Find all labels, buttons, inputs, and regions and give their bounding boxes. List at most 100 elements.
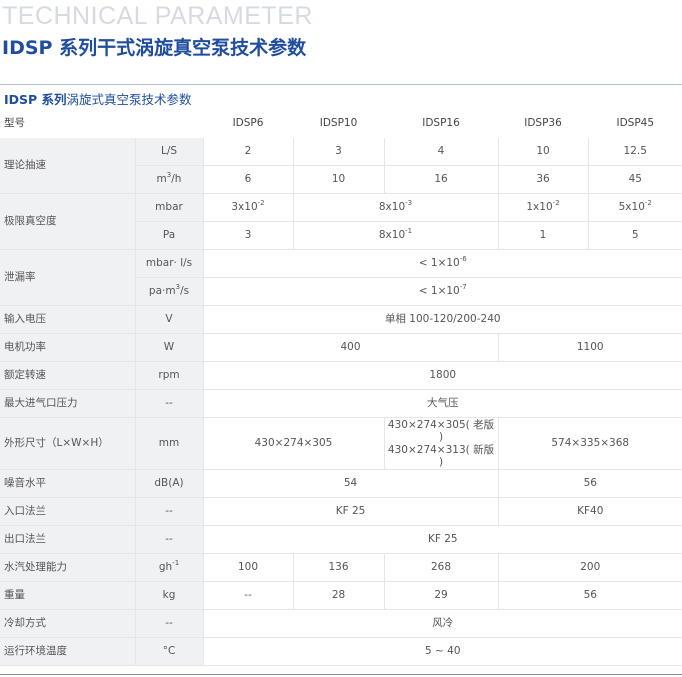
unit-cell: W xyxy=(134,333,204,362)
value-cell: < 1×10-6 xyxy=(202,249,682,278)
value-cell: 大气压 xyxy=(202,389,682,418)
value-cell: KF40 xyxy=(497,497,682,526)
table-row: 泄漏率 mbar· l/s < 1×10-6 xyxy=(0,249,682,306)
bottom-divider xyxy=(0,674,682,675)
row-label: 出口法兰 xyxy=(0,525,136,554)
header-row: 型号 IDSP6 IDSP10 IDSP16 IDSP36 IDSP45 xyxy=(0,109,682,138)
row-label: 理论抽速 xyxy=(0,137,136,194)
value-cell: 3 xyxy=(292,137,385,166)
value-cell: 8x10-3 xyxy=(292,193,499,222)
row-label: 水汽处理能力 xyxy=(0,553,136,582)
row-label: 入口法兰 xyxy=(0,497,136,526)
unit-cell: m3/h xyxy=(135,165,204,194)
unit-cell: Pa xyxy=(135,221,204,250)
value-cell: 136 xyxy=(292,553,385,582)
value-cell: 3x10-2 xyxy=(202,193,294,222)
table-row: 冷却方式 -- 风冷 xyxy=(0,609,682,638)
row-label: 重量 xyxy=(0,581,136,610)
value-cell: < 1×10-7 xyxy=(202,277,682,306)
unit-cell: -- xyxy=(134,497,204,526)
value-cell: 1x10-2 xyxy=(497,193,589,222)
unit-header xyxy=(135,109,203,138)
model-header-cell: IDSP6 xyxy=(232,116,264,129)
row-label: 输入电压 xyxy=(0,305,136,334)
value-cell: -- xyxy=(202,581,294,610)
table-row: 最大进气口压力 -- 大气压 xyxy=(0,389,682,418)
table-row: 额定转速 rpm 1800 xyxy=(0,361,682,390)
row-label: 运行环境温度 xyxy=(0,637,136,666)
value-cell: 12.5 xyxy=(587,137,682,166)
row-label: 极限真空度 xyxy=(0,193,136,250)
background-title: TECHNICAL PARAMETER xyxy=(2,2,313,30)
unit-cell: °C xyxy=(134,637,204,666)
model-header-cell: IDSP36 xyxy=(524,116,562,129)
value-cell: 5 xyxy=(587,221,682,250)
value-cell: 1 xyxy=(497,221,589,250)
table-row: 极限真空度 mbar 3x10-2 8x10-3 1x10-2 5x10-2 xyxy=(0,193,682,250)
value-cell: 400 xyxy=(202,333,499,362)
table-row: 运行环境温度 °C 5 ~ 40 xyxy=(0,637,682,666)
value-cell: 5 ~ 40 xyxy=(202,637,682,666)
value-cell: KF 25 xyxy=(202,497,499,526)
unit-cell: -- xyxy=(134,609,204,638)
value-cell: 10 xyxy=(292,165,385,194)
table-row: 噪音水平 dB(A) 54 56 xyxy=(0,469,682,498)
value-cell: KF 25 xyxy=(202,525,682,554)
value-cell: 6 xyxy=(202,165,294,194)
value-cell: 56 xyxy=(497,469,682,498)
unit-cell: L/S xyxy=(134,137,204,166)
row-label: 冷却方式 xyxy=(0,609,136,638)
model-header: 型号 xyxy=(4,116,25,129)
value-cell: 268 xyxy=(383,553,499,582)
value-cell: 45 xyxy=(587,165,682,194)
table-title-series: IDSP 系列 xyxy=(4,92,67,107)
table-row: 重量 kg -- 28 29 56 xyxy=(0,581,682,610)
table-row: 出口法兰 -- KF 25 xyxy=(0,525,682,554)
value-cell: 16 xyxy=(383,165,499,194)
value-cell: 56 xyxy=(497,581,682,610)
row-label: 外形尺寸（L×W×H） xyxy=(0,417,136,470)
value-cell: 2 xyxy=(202,137,294,166)
table-row: 输入电压 V 单相 100-120/200-240 xyxy=(0,305,682,334)
table-row: 水汽处理能力 gh-1 100 136 268 200 xyxy=(0,553,682,582)
value-cell: 430×274×305( 老版 ) 430×274×313( 新版 ) xyxy=(383,417,499,470)
unit-cell: rpm xyxy=(134,361,204,390)
value-cell: 风冷 xyxy=(202,609,682,638)
value-cell: 3 xyxy=(202,221,294,250)
model-header-cell: IDSP45 xyxy=(616,116,655,129)
model-header-cell: IDSP10 xyxy=(319,116,358,129)
unit-cell: -- xyxy=(134,525,204,554)
row-label: 电机功率 xyxy=(0,333,136,362)
value-cell: 36 xyxy=(497,165,589,194)
row-label: 泄漏率 xyxy=(0,249,136,306)
unit-cell: V xyxy=(134,305,204,334)
table-row: 外形尺寸（L×W×H） mm 430×274×305 430×274×305( … xyxy=(0,417,682,470)
value-cell: 100 xyxy=(202,553,294,582)
value-cell: 10 xyxy=(497,137,589,166)
model-header-cell: IDSP16 xyxy=(422,116,460,129)
unit-cell: dB(A) xyxy=(134,469,204,498)
value-cell: 28 xyxy=(292,581,385,610)
unit-cell: mbar· l/s xyxy=(134,249,204,278)
table-row: 理论抽速 L/S 2 3 4 10 12.5 xyxy=(0,137,682,194)
value-cell: 54 xyxy=(202,469,499,498)
value-cell: 5x10-2 xyxy=(587,193,682,222)
value-cell: 单相 100-120/200-240 xyxy=(202,305,682,334)
page-title: IDSP 系列干式涡旋真空泵技术参数 xyxy=(2,37,307,59)
value-cell: 4 xyxy=(383,137,499,166)
value-cell: 29 xyxy=(383,581,499,610)
value-cell: 1100 xyxy=(497,333,682,362)
row-label: 额定转速 xyxy=(0,361,136,390)
unit-cell: -- xyxy=(134,389,204,418)
row-label: 最大进气口压力 xyxy=(0,389,136,418)
table-row: 入口法兰 -- KF 25 KF40 xyxy=(0,497,682,526)
row-label: 噪音水平 xyxy=(0,469,136,498)
value-cell: 1800 xyxy=(202,361,682,390)
spec-table: 型号 IDSP6 IDSP10 IDSP16 IDSP36 IDSP45 理论抽… xyxy=(0,109,682,666)
unit-cell: mbar xyxy=(134,193,204,222)
value-cell: 200 xyxy=(497,553,682,582)
value-cell: 430×274×305 xyxy=(202,417,385,470)
unit-cell: kg xyxy=(134,581,204,610)
value-cell: 8x10-1 xyxy=(292,221,499,250)
value-cell: 574×335×368 xyxy=(497,417,682,470)
